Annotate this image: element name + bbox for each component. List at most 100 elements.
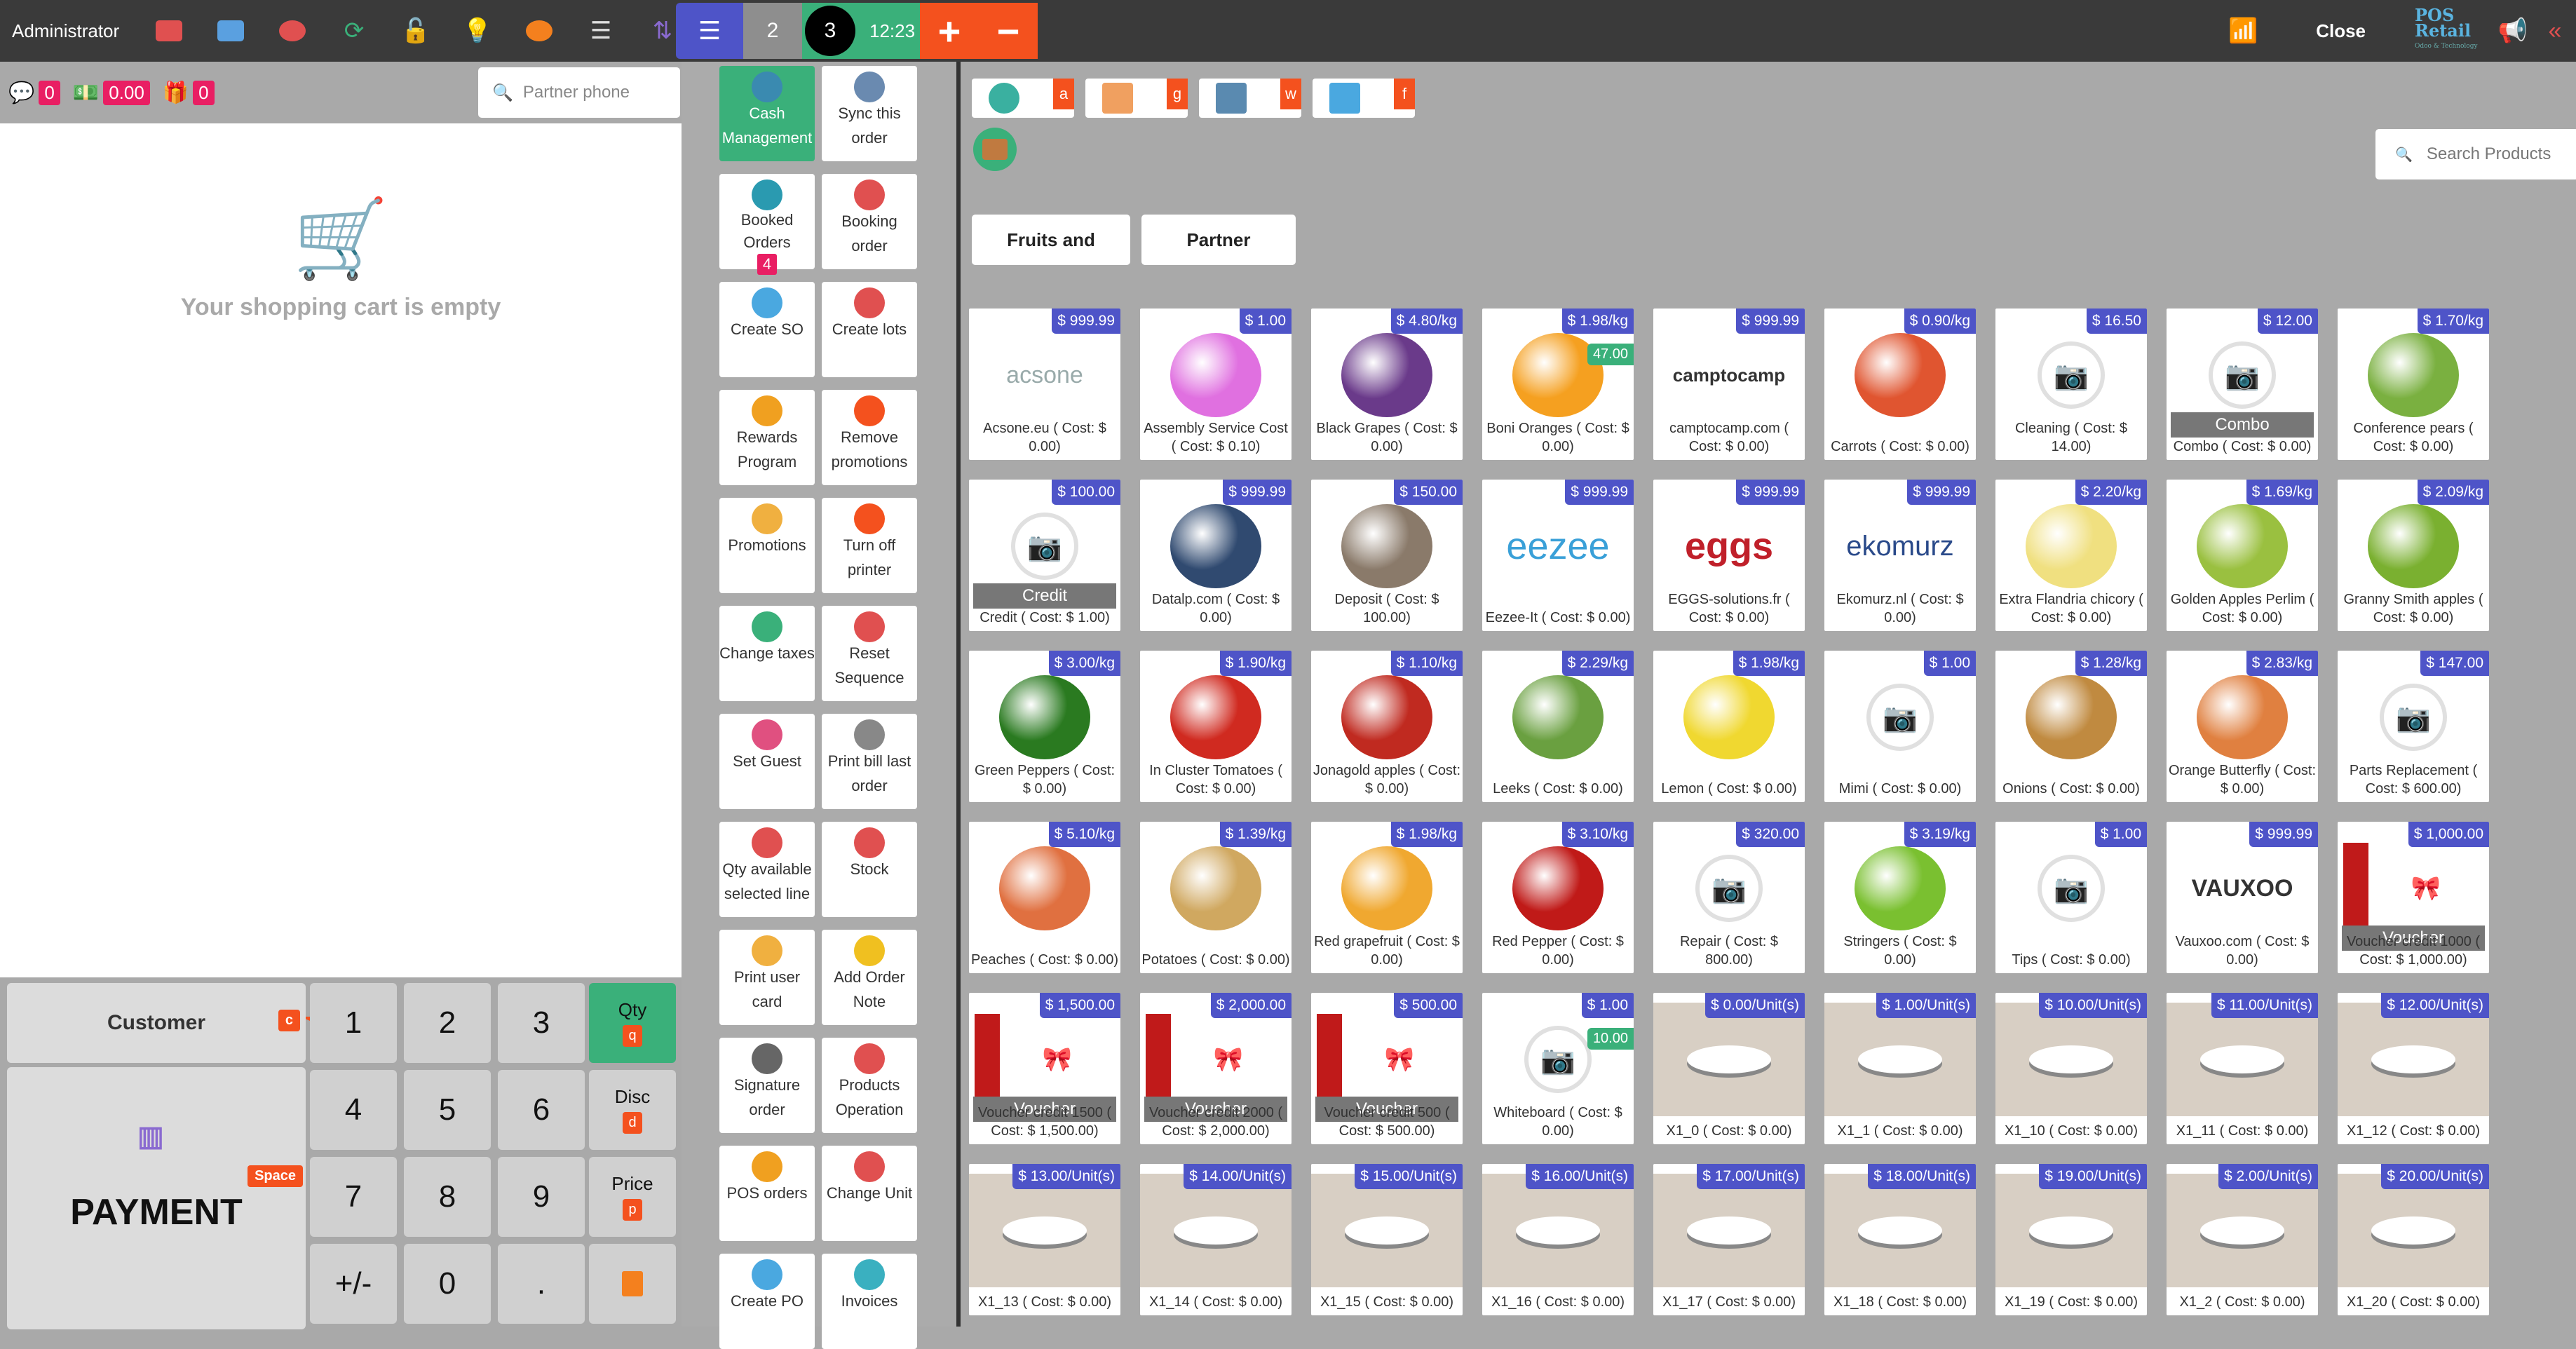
product-card[interactable]: 🎀 Voucher $ 2,000.00 Voucher credit 2000 ( … [1140,993,1292,1144]
numpad-key-4[interactable]: 4 [310,1070,397,1150]
change-unit-button[interactable]: Change Unit [822,1146,917,1241]
product-card[interactable]: $ 11.00/Unit(s) X1_11 ( Cost: $ 0.00) [2167,993,2318,1144]
rewards-program-button[interactable]: Rewards Program [719,390,815,485]
unlock-icon[interactable]: 🔓 [385,0,447,62]
product-card[interactable]: 📷 $ 147.00 Parts Replacement ( Cost: $ 600… [2338,651,2489,802]
order-list-icon[interactable]: ☰ [676,3,743,59]
change-taxes-button[interactable]: Change taxes [719,606,815,701]
product-card[interactable]: $ 0.00/Unit(s) X1_0 ( Cost: $ 0.00) [1653,993,1805,1144]
product-card[interactable]: 🎀 Voucher $ 500.00 Voucher credit 500 ( Cos… [1311,993,1463,1144]
set-guest-button[interactable]: Set Guest [719,714,815,809]
product-card[interactable]: 🎀 Voucher $ 1,000.00 Voucher credit 1000 ( … [2338,822,2489,973]
print-user-card-button[interactable]: Print user card [719,930,815,1025]
qty-mode-button[interactable]: Qty q [589,983,676,1063]
category-icon-f[interactable]: f [1313,79,1415,118]
numpad-key-dot[interactable]: . [498,1244,585,1324]
product-card[interactable]: $ 1.70/kg Conference pears ( Cost: $ 0.00… [2338,309,2489,460]
remove-promotions-button[interactable]: Remove promotions [822,390,917,485]
product-card[interactable]: 📷 Credit $ 100.00 Credit ( Cost: $ 1.00) [969,480,1120,631]
create-lots-button[interactable]: Create lots [822,282,917,377]
product-card[interactable]: $ 1.28/kg Onions ( Cost: $ 0.00) [1995,651,2147,802]
product-card[interactable]: $ 1.98/kg 47.00 Boni Oranges ( Cost: $ 0.0… [1482,309,1634,460]
customer-button[interactable]: Customer c [7,983,306,1063]
category-icon-g[interactable]: g [1085,79,1188,118]
signature-order-button[interactable]: Signature order [719,1038,815,1133]
product-card[interactable]: $ 4.80/kg Black Grapes ( Cost: $ 0.00) [1311,309,1463,460]
stock-button[interactable]: Stock [822,822,917,917]
create-so-button[interactable]: Create SO [719,282,815,377]
product-card[interactable]: VAUXOO $ 999.99 Vauxoo.com ( Cost: $ 0.00) [2167,822,2318,973]
product-card[interactable]: camptocamp $ 999.99 camptocamp.com ( Cost:… [1653,309,1805,460]
numpad-key-2[interactable]: 2 [404,983,491,1063]
create-po-button[interactable]: Create PO [719,1254,815,1349]
numpad-key-7[interactable]: 7 [310,1157,397,1237]
product-card[interactable]: $ 3.00/kg Green Peppers ( Cost: $ 0.00) [969,651,1120,802]
product-card[interactable]: $ 3.10/kg Red Pepper ( Cost: $ 0.00) [1482,822,1634,973]
sync-order-button[interactable]: Sync this order [822,66,917,161]
disc-mode-button[interactable]: Disc d [589,1070,676,1150]
product-card[interactable]: $ 1.69/kg Golden Apples Perlim ( Cost: $ … [2167,480,2318,631]
add-order-note-button[interactable]: Add Order Note [822,930,917,1025]
product-card[interactable]: $ 1.00 Assembly Service Cost ( Cost: $ 0.… [1140,309,1292,460]
qty-available-button[interactable]: Qty available selected line [719,822,815,917]
product-card[interactable]: $ 3.19/kg Stringers ( Cost: $ 0.00) [1824,822,1976,973]
lock-screen-icon[interactable] [262,0,323,62]
category-icon-a[interactable]: a [972,79,1074,118]
list-icon[interactable]: ☰ [570,0,632,62]
product-card[interactable]: 📷 Combo $ 12.00 Combo ( Cost: $ 0.00) [2167,309,2318,460]
product-card[interactable]: $ 150.00 Deposit ( Cost: $ 100.00) [1311,480,1463,631]
product-card[interactable]: 🎀 Voucher $ 1,500.00 Voucher credit 1500 ( … [969,993,1120,1144]
lightbulb-icon[interactable]: 💡 [447,0,508,62]
product-card[interactable]: 📷 $ 1.00 Mimi ( Cost: $ 0.00) [1824,651,1976,802]
megaphone-icon[interactable]: 📢 [2492,0,2534,62]
product-card[interactable]: eggs $ 999.99 EGGS-solutions.fr ( Cost: $ … [1653,480,1805,631]
payment-button[interactable]: ▥ PAYMENT Space [7,1067,306,1329]
close-button[interactable]: Close [2316,20,2366,42]
home-category-icon[interactable] [973,128,1017,171]
product-card[interactable]: eezee $ 999.99 Eezee-It ( Cost: $ 0.00) [1482,480,1634,631]
partner-phone-input[interactable]: 🔍 Partner phone [478,67,680,118]
product-card[interactable]: $ 1.00/Unit(s) X1_1 ( Cost: $ 0.00) [1824,993,1976,1144]
product-card[interactable]: $ 10.00/Unit(s) X1_10 ( Cost: $ 0.00) [1995,993,2147,1144]
chat-icon[interactable]: 💬 [8,81,34,105]
refresh-icon[interactable]: ⟳ [323,0,385,62]
turn-off-printer-button[interactable]: Turn off printer [822,498,917,593]
product-card[interactable]: $ 14.00/Unit(s) X1_14 ( Cost: $ 0.00) [1140,1164,1292,1315]
product-card[interactable]: $ 2.29/kg Leeks ( Cost: $ 0.00) [1482,651,1634,802]
numpad-key-9[interactable]: 9 [498,1157,585,1237]
collapse-icon[interactable]: « [2534,0,2576,62]
product-card[interactable]: 📷 $ 1.00 10.00 Whiteboard ( Cost: $ 0.00) [1482,993,1634,1144]
product-card[interactable]: $ 18.00/Unit(s) X1_18 ( Cost: $ 0.00) [1824,1164,1976,1315]
product-card[interactable]: $ 1.90/kg In Cluster Tomatoes ( Cost: $ 0… [1140,651,1292,802]
product-card[interactable]: 📷 $ 1.00 Tips ( Cost: $ 0.00) [1995,822,2147,973]
remove-order-button[interactable]: − [979,3,1038,59]
gift-icon[interactable]: 🎁 [163,81,189,105]
backspace-button[interactable] [589,1244,676,1324]
promotions-button[interactable]: Promotions [719,498,815,593]
numpad-key-8[interactable]: 8 [404,1157,491,1237]
print-bill-button[interactable]: Print bill last order [822,714,917,809]
numpad-key-3[interactable]: 3 [498,983,585,1063]
product-card[interactable]: $ 999.99 Datalp.com ( Cost: $ 0.00) [1140,480,1292,631]
product-card[interactable]: acsone $ 999.99 Acsone.eu ( Cost: $ 0.00) [969,309,1120,460]
product-card[interactable]: $ 2.20/kg Extra Flandria chicory ( Cost: … [1995,480,2147,631]
products-operation-button[interactable]: Products Operation [822,1038,917,1133]
numpad-key-1[interactable]: 1 [310,983,397,1063]
add-order-button[interactable]: + [920,3,979,59]
invoices-button[interactable]: Invoices [822,1254,917,1349]
product-card[interactable]: $ 12.00/Unit(s) X1_12 ( Cost: $ 0.00) [2338,993,2489,1144]
cash-icon[interactable] [508,0,570,62]
screen-icon[interactable] [138,0,200,62]
numpad-key-sign[interactable]: +/- [310,1244,397,1324]
product-card[interactable]: ekomurz $ 999.99 Ekomurz.nl ( Cost: $ 0.00… [1824,480,1976,631]
search-products-input[interactable]: 🔍 Search Products [2375,129,2576,179]
product-card[interactable]: $ 2.09/kg Granny Smith apples ( Cost: $ 0… [2338,480,2489,631]
product-card[interactable]: $ 2.83/kg Orange Butterfly ( Cost: $ 0.00… [2167,651,2318,802]
category-icon-w[interactable]: w [1199,79,1301,118]
product-card[interactable]: $ 17.00/Unit(s) X1_17 ( Cost: $ 0.00) [1653,1164,1805,1315]
numpad-key-5[interactable]: 5 [404,1070,491,1150]
cash-management-button[interactable]: Cash Management [719,66,815,161]
product-card[interactable]: $ 13.00/Unit(s) X1_13 ( Cost: $ 0.00) [969,1164,1120,1315]
category-partner-button[interactable]: Partner [1141,215,1296,265]
product-card[interactable]: 📷 $ 320.00 Repair ( Cost: $ 800.00) [1653,822,1805,973]
